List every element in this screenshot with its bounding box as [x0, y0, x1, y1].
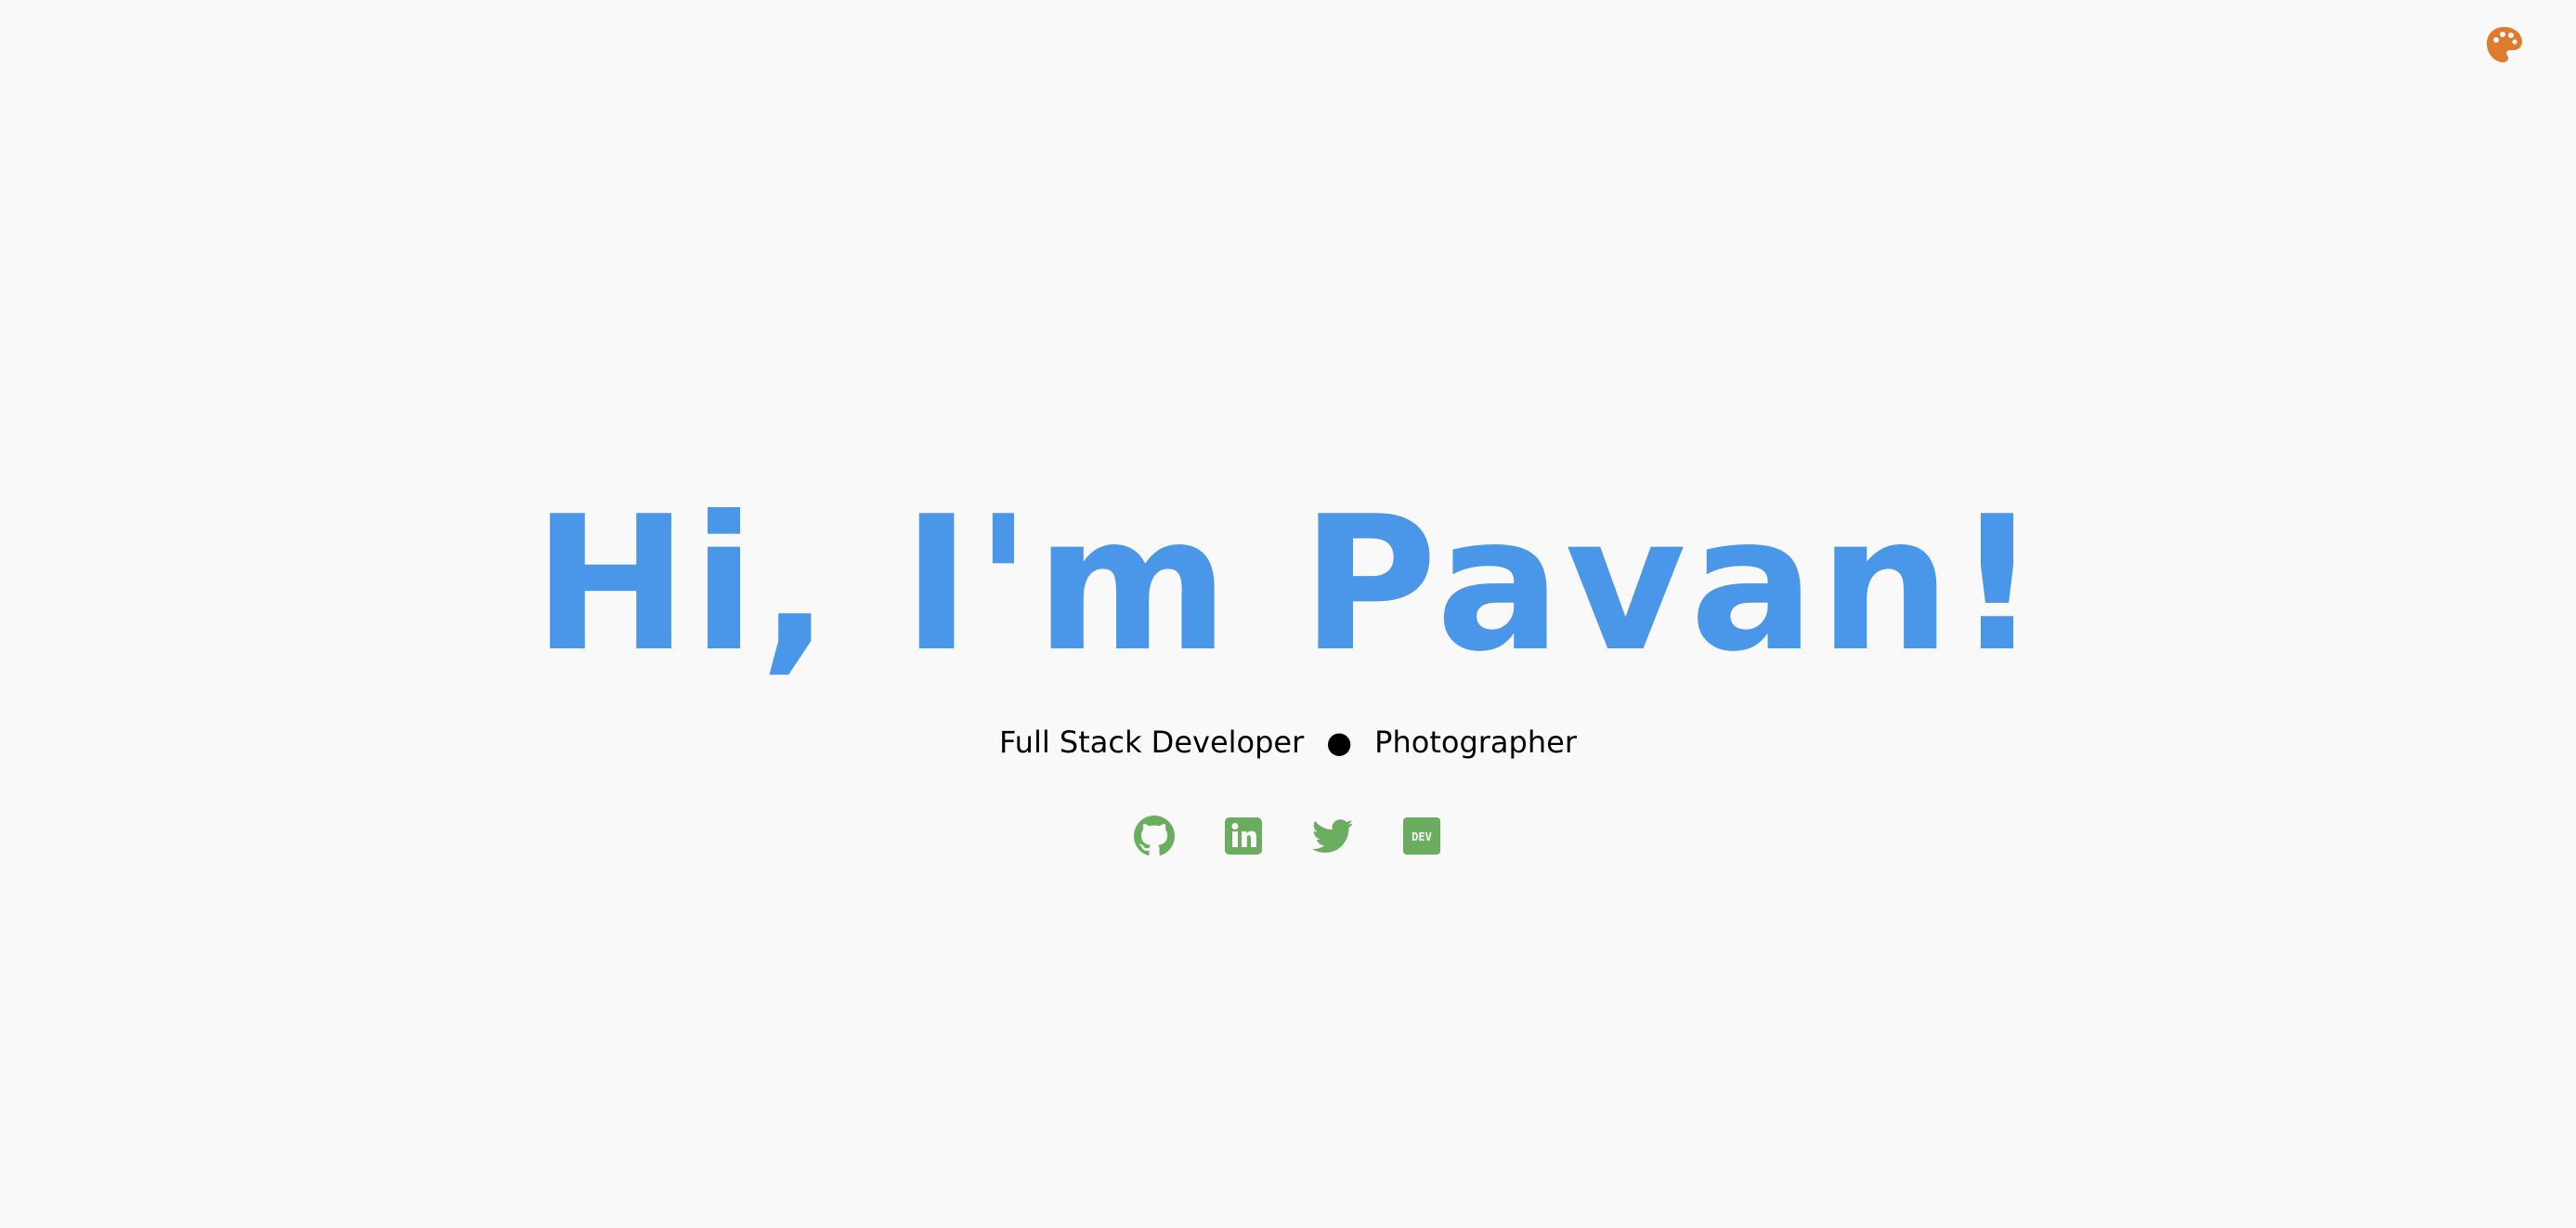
linkedin-icon: [1225, 817, 1262, 855]
role-separator: ●: [1326, 725, 1353, 760]
twitter-icon: [1312, 819, 1353, 853]
role-photographer: Photographer: [1374, 725, 1577, 760]
dev-icon-label: DEV: [1412, 830, 1432, 843]
hero-title: Hi, I'm Pavan!: [532, 477, 2044, 693]
dev-icon: DEV: [1403, 817, 1440, 855]
hero-section: Hi, I'm Pavan! Full Stack Developer ● Phot…: [0, 0, 2576, 1228]
github-icon: [1134, 816, 1175, 856]
dev-link[interactable]: DEV: [1401, 816, 1442, 856]
role-developer: Full Stack Developer: [999, 725, 1305, 760]
hero-subtitle: Full Stack Developer ● Photographer: [0, 721, 2576, 764]
github-link[interactable]: [1134, 816, 1175, 856]
twitter-link[interactable]: [1312, 816, 1353, 856]
linkedin-link[interactable]: [1223, 816, 1264, 856]
social-links: DEV: [0, 816, 2576, 860]
